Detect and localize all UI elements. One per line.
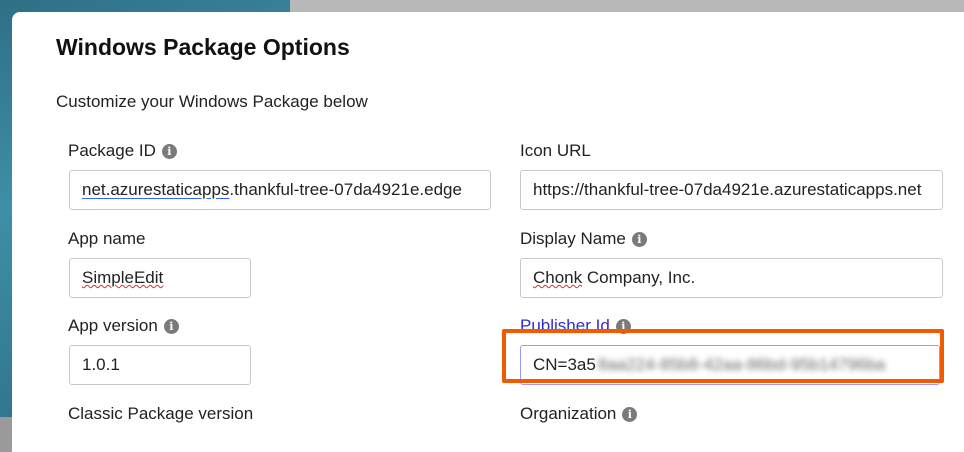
classic-package-version-label: Classic Package version (68, 404, 254, 423)
display-name-input[interactable]: Chonk Company, Inc. (520, 258, 943, 298)
app-version-label: App version i (68, 316, 179, 336)
package-id-label: Package ID i (68, 141, 177, 161)
icon-url-label: Icon URL (520, 141, 591, 160)
app-name-input[interactable]: SimpleEdit (69, 258, 251, 298)
highlight-annotation-box (502, 329, 944, 383)
info-icon[interactable]: i (163, 318, 179, 334)
dialog-subtitle: Customize your Windows Package below (56, 92, 368, 111)
package-id-input[interactable]: net.azurestaticapps .thankful-tree-07da49… (69, 170, 491, 210)
icon-url-input[interactable]: https://thankful-tree-07da4921e.azuresta… (520, 170, 943, 210)
background-top (290, 0, 964, 12)
organization-label: Organization i (520, 404, 638, 424)
info-icon[interactable]: i (631, 231, 647, 247)
dialog-title: Windows Package Options (56, 34, 350, 60)
display-name-label: Display Name i (520, 229, 647, 249)
info-icon[interactable]: i (161, 143, 177, 159)
windows-package-options-dialog (12, 12, 964, 452)
info-icon[interactable]: i (622, 406, 638, 422)
app-version-input[interactable]: 1.0.1 (69, 345, 251, 385)
app-name-label: App name (68, 229, 146, 248)
